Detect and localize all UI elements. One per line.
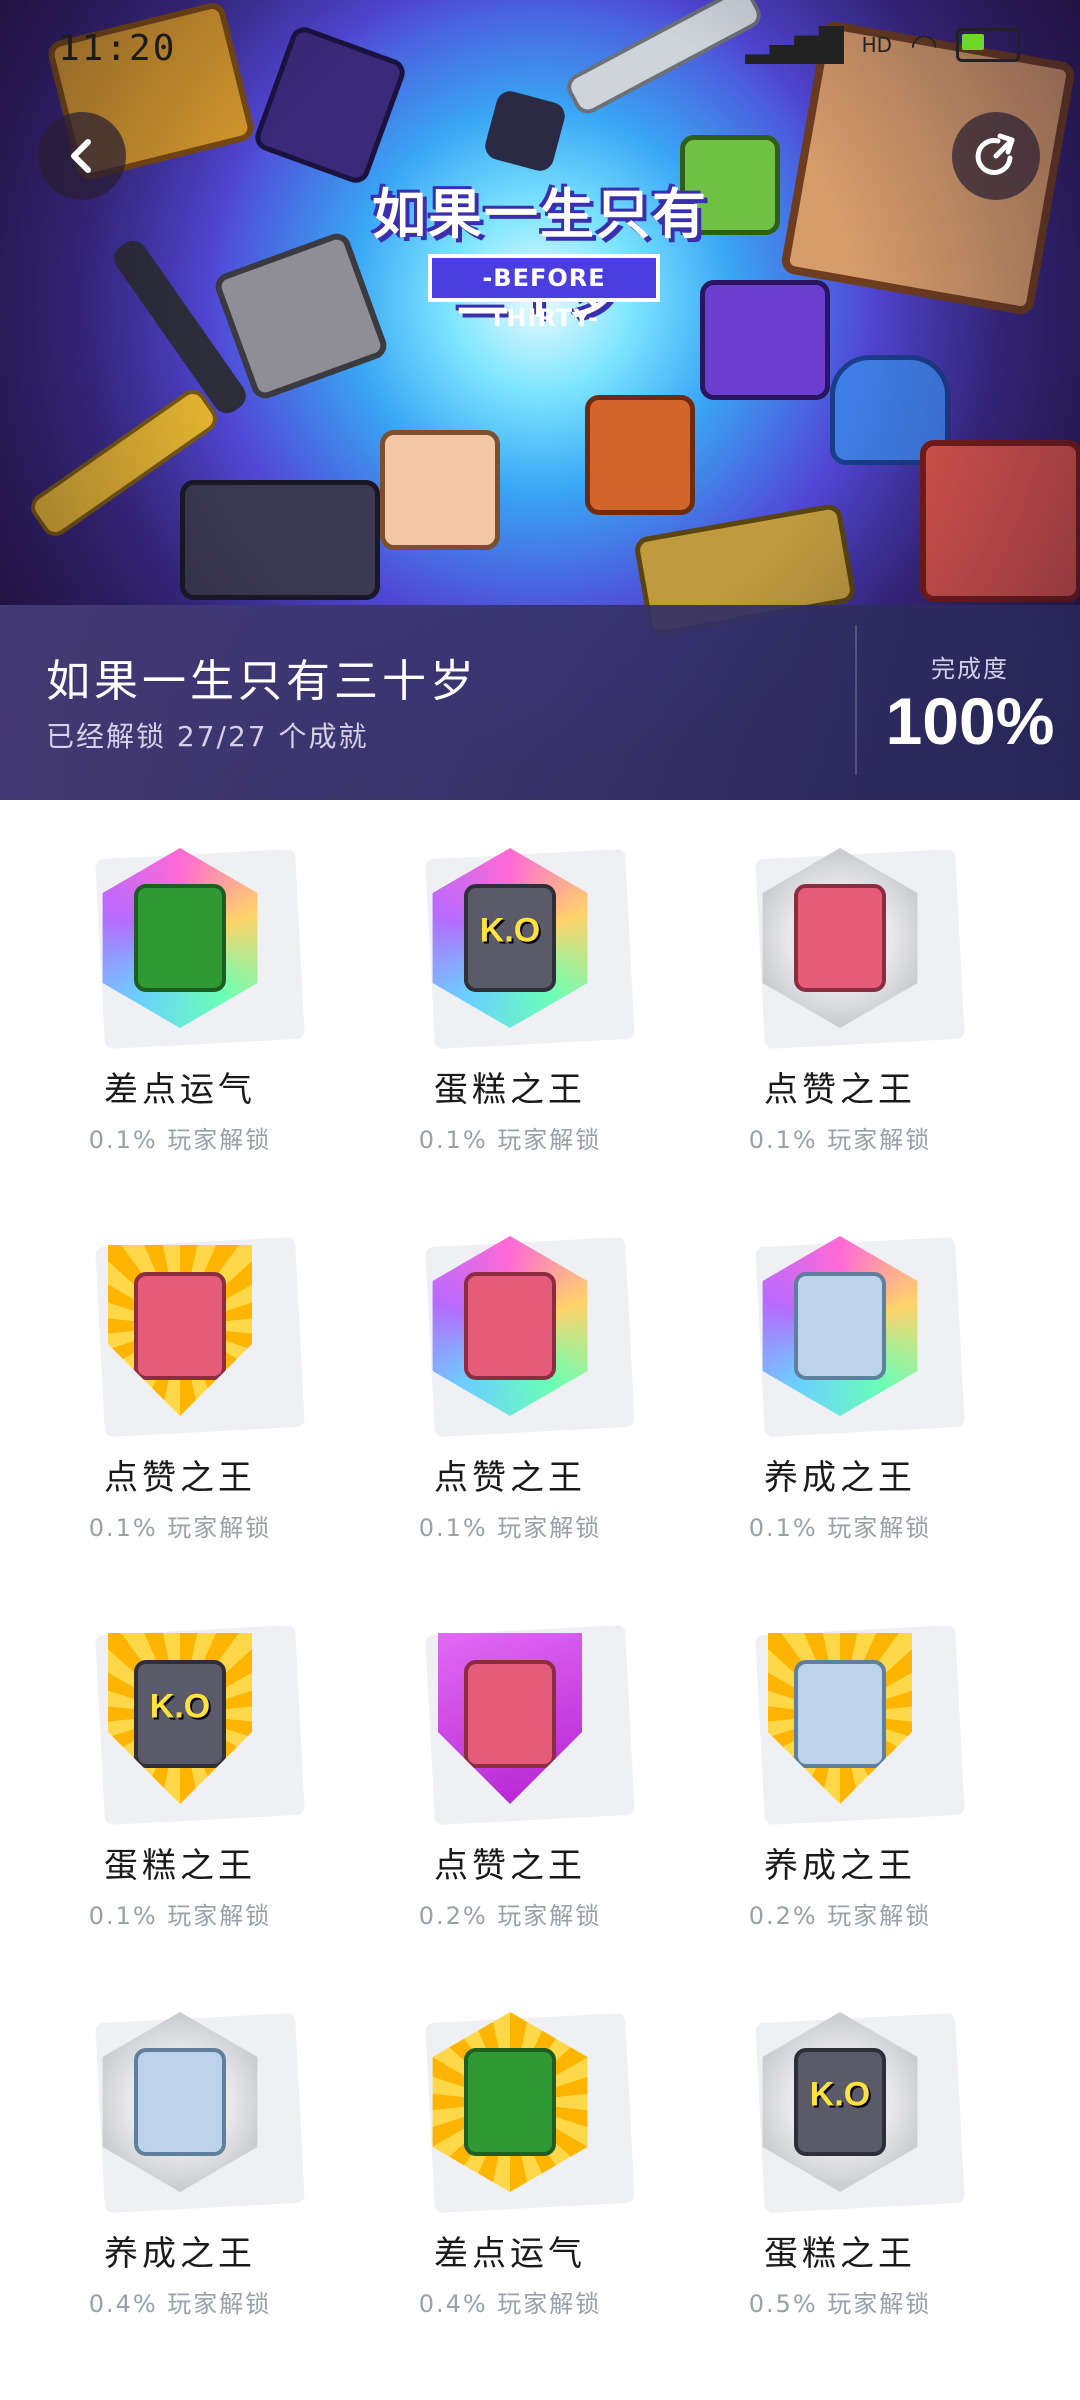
ko-label: K.O <box>149 1687 211 1726</box>
unlock-summary: 已经解锁 27/27 个成就 <box>46 720 369 753</box>
achievement-unlock-rate: 0.2% 玩家解锁 <box>418 1902 602 1930</box>
achievement-unlock-rate: 0.1% 玩家解锁 <box>88 1126 272 1154</box>
achievement-name: 点赞之王 <box>434 1458 586 1498</box>
game-info-bar: 如果一生只有三十岁 已经解锁 27/27 个成就 完成度 100% <box>0 605 1080 800</box>
signal-icon: ▂▄▆█ <box>745 26 844 64</box>
girl-icon <box>464 1272 556 1380</box>
achievement-item[interactable]: 差点运气 0.1% 玩家解锁 <box>30 830 330 1154</box>
achievement-name: 点赞之王 <box>104 1458 256 1498</box>
achievement-unlock-rate: 0.2% 玩家解锁 <box>748 1902 932 1930</box>
achievement-badge: K.O <box>750 2012 930 2192</box>
achievement-item[interactable]: 养成之王 0.2% 玩家解锁 <box>690 1606 990 1930</box>
turtle-icon <box>134 884 226 992</box>
achievement-item[interactable]: 养成之王 0.1% 玩家解锁 <box>690 1218 990 1542</box>
badge-frame <box>102 2012 258 2192</box>
badge-frame <box>432 2012 588 2192</box>
girl-icon <box>134 1272 226 1380</box>
hd-label: HD <box>861 33 893 57</box>
status-bar: 11:20 ▂▄▆█ HD ◠ <box>0 0 1080 100</box>
achievement-unlock-rate: 0.4% 玩家解锁 <box>418 2290 602 2318</box>
girl-icon <box>794 884 886 992</box>
completion-label: 完成度 <box>931 655 1009 683</box>
achievement-unlock-rate: 0.1% 玩家解锁 <box>88 1902 272 1930</box>
status-time: 11:20 <box>58 28 177 69</box>
badge-frame <box>762 1236 918 1416</box>
achievement-unlock-rate: 0.5% 玩家解锁 <box>748 2290 932 2318</box>
badge-frame <box>432 1236 588 1416</box>
badge-frame: K.O <box>432 848 588 1028</box>
achievement-badge <box>90 2012 270 2192</box>
ko-label: K.O <box>809 2075 871 2114</box>
achievement-item[interactable]: 点赞之王 0.1% 玩家解锁 <box>30 1218 330 1542</box>
achievement-name: 点赞之王 <box>434 1846 586 1886</box>
wolf-icon <box>794 1660 886 1768</box>
achievement-name: 差点运气 <box>104 1070 256 1110</box>
game-logo: 如果一生只有三十岁 -BEFORE THIRTY- <box>360 170 720 332</box>
achievement-badge <box>750 1624 930 1804</box>
achievement-item[interactable]: 点赞之王 0.1% 玩家解锁 <box>690 830 990 1154</box>
info-divider <box>855 625 857 775</box>
achievement-item[interactable]: 点赞之王 0.2% 玩家解锁 <box>360 1606 660 1930</box>
achievement-name: 蛋糕之王 <box>764 2234 916 2274</box>
achievement-unlock-rate: 0.4% 玩家解锁 <box>88 2290 272 2318</box>
achievement-badge <box>420 1624 600 1804</box>
share-icon <box>975 133 1015 175</box>
achievement-item[interactable]: 点赞之王 0.1% 玩家解锁 <box>360 1218 660 1542</box>
achievement-unlock-rate: 0.1% 玩家解锁 <box>418 1126 602 1154</box>
badge-frame: K.O <box>762 2012 918 2192</box>
achievement-name: 养成之王 <box>764 1458 916 1498</box>
completion-value: 100% <box>885 684 1055 758</box>
achievement-unlock-rate: 0.1% 玩家解锁 <box>418 1514 602 1542</box>
achievement-badge: K.O <box>420 848 600 1028</box>
achievement-item[interactable]: K.O 蛋糕之王 0.1% 玩家解锁 <box>30 1606 330 1930</box>
achievement-badge <box>750 848 930 1028</box>
achievement-item[interactable]: K.O 蛋糕之王 0.1% 玩家解锁 <box>360 830 660 1154</box>
share-button[interactable] <box>952 112 1040 200</box>
achievement-name: 点赞之王 <box>764 1070 916 1110</box>
achievement-unlock-rate: 0.1% 玩家解锁 <box>88 1514 272 1542</box>
achievement-name: 养成之王 <box>104 2234 256 2274</box>
achievement-badge <box>750 1236 930 1416</box>
badge-frame <box>768 1633 912 1804</box>
achievement-name: 蛋糕之王 <box>434 1070 586 1110</box>
status-icons: ▂▄▆█ HD ◠ <box>745 26 1020 64</box>
game-title: 如果一生只有三十岁 <box>46 656 478 707</box>
achievement-item[interactable]: 养成之王 0.4% 玩家解锁 <box>30 1994 330 2318</box>
achievement-unlock-rate: 0.1% 玩家解锁 <box>748 1126 932 1154</box>
game-logo-english: -BEFORE THIRTY- <box>428 254 660 332</box>
hero-banner: 如果一生只有三十岁 -BEFORE THIRTY- 11:20 ▂▄▆█ HD … <box>0 0 1080 800</box>
wolf-icon <box>794 1272 886 1380</box>
achievement-name: 蛋糕之王 <box>104 1846 256 1886</box>
achievement-badge: K.O <box>90 1624 270 1804</box>
badge-frame <box>102 848 258 1028</box>
battery-icon <box>956 28 1020 62</box>
ko-label: K.O <box>479 911 541 950</box>
achievement-item[interactable]: 差点运气 0.4% 玩家解锁 <box>360 1994 660 2318</box>
turtle-icon <box>464 2048 556 2156</box>
achievement-name: 差点运气 <box>434 2234 586 2274</box>
achievement-item[interactable]: K.O 蛋糕之王 0.5% 玩家解锁 <box>690 1994 990 2318</box>
chevron-left-icon <box>71 139 91 173</box>
achievement-badge <box>90 1236 270 1416</box>
achievement-badge <box>420 1236 600 1416</box>
achievement-unlock-rate: 0.1% 玩家解锁 <box>748 1514 932 1542</box>
achievement-name: 养成之王 <box>764 1846 916 1886</box>
badge-frame <box>762 848 918 1028</box>
badge-frame <box>438 1633 582 1804</box>
girl-icon <box>464 1660 556 1768</box>
badge-frame <box>108 1245 252 1416</box>
wolf-icon <box>134 2048 226 2156</box>
wifi-icon: ◠ <box>910 26 938 64</box>
achievement-badge <box>420 2012 600 2192</box>
badge-frame: K.O <box>108 1633 252 1804</box>
achievement-badge <box>90 848 270 1028</box>
back-button[interactable] <box>38 112 126 200</box>
